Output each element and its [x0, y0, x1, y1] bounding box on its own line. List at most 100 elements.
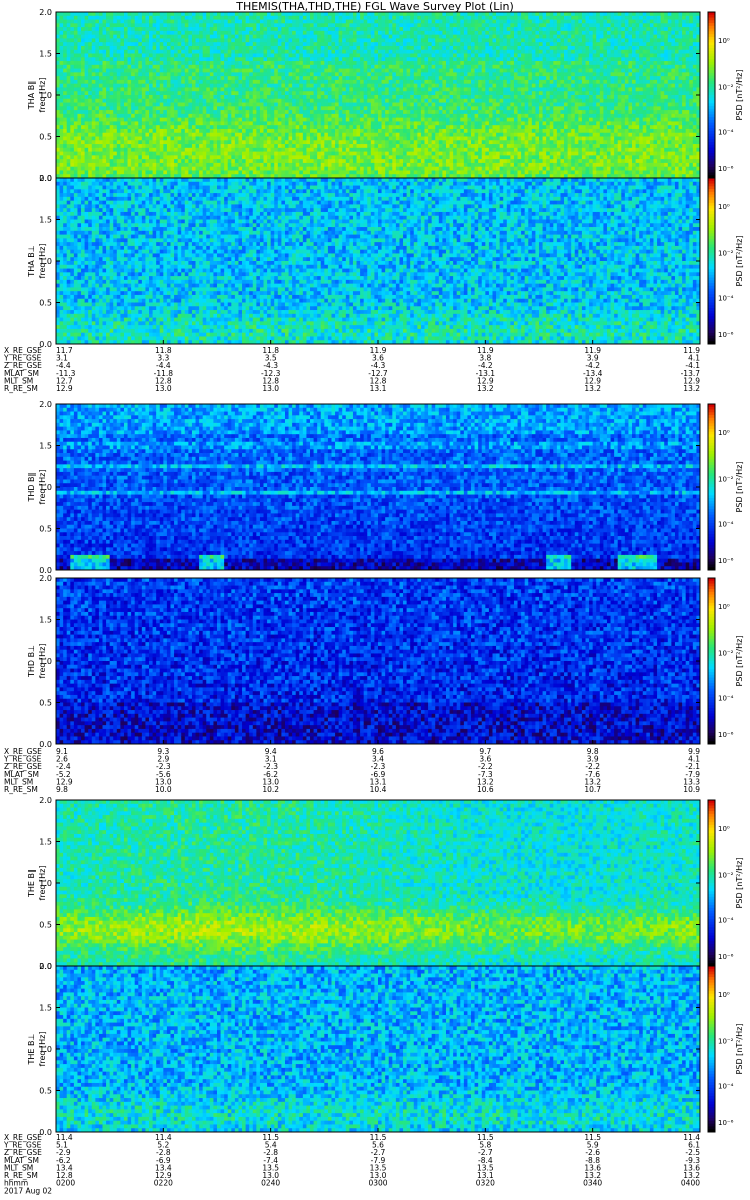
y-tick-label: 2.0 — [39, 796, 52, 805]
time-tick-label: 0320 — [476, 1179, 495, 1188]
y-tick-label: 1.5 — [39, 216, 52, 225]
wave-survey-figure: 0.00.51.01.52.0THA B‖ freq [Hz]10⁰10⁻²10⁻… — [0, 0, 750, 1200]
ephemeris-value: 13.0 — [262, 384, 279, 393]
y-tick-label: 0.5 — [39, 921, 52, 930]
spectrogram-cells — [56, 178, 700, 344]
ephemeris-value: 9.8 — [56, 785, 68, 794]
y-tick-label: 2.0 — [39, 8, 52, 17]
ephemeris-value: 13.2 — [683, 384, 700, 393]
y-tick-label: 2.0 — [39, 962, 52, 971]
colorbar-tick-label: 10⁻⁶ — [718, 165, 734, 173]
freq-axis-label: freq [Hz] — [38, 244, 47, 279]
spectrogram-panel-6: 0.00.51.01.52.0THE B⊥ freq [Hz]10⁰10⁻²10⁻… — [27, 962, 744, 1137]
spectrogram-cells — [56, 578, 700, 744]
spectrogram-panel-4: 0.00.51.01.52.0THD B⊥ freq [Hz]10⁰10⁻²10⁻… — [27, 574, 744, 749]
time-tick-label: 0240 — [261, 1179, 280, 1188]
freq-axis-label: freq [Hz] — [38, 866, 47, 901]
ephemeris-value: 10.2 — [262, 785, 279, 794]
colorbar-tick-label: 10⁻² — [718, 84, 734, 92]
y-tick-label: 0.5 — [39, 525, 52, 534]
spectrogram-panel-5: 0.00.51.01.52.0THE B‖ freq [Hz]10⁰10⁻²10⁻… — [27, 796, 744, 971]
colorbar-tick-label: 10⁻² — [718, 1038, 734, 1046]
colorbar-tick-label: 10⁻² — [718, 872, 734, 880]
colorbar-label: PSD [nT²/Hz] — [735, 462, 744, 513]
colorbar-tick-label: 10⁻⁴ — [718, 521, 734, 529]
colorbar: 10⁰ 10⁻² 10⁻⁴ 10⁻⁶ PSD [nT²/Hz] — [708, 578, 744, 745]
freq-axis-label: freq [Hz] — [38, 78, 47, 113]
colorbar-tick-label: 10⁻² — [718, 250, 734, 258]
ephemeris-label: R_RE_SM — [4, 785, 38, 794]
time-tick-label: 0200 — [56, 1179, 75, 1188]
ephemeris-value: 12.9 — [56, 384, 73, 393]
time-tick-label: 0340 — [583, 1179, 602, 1188]
spectrogram-panel-1: 0.00.51.01.52.0THA B‖ freq [Hz]10⁰10⁻²10⁻… — [27, 8, 744, 183]
spectrogram-panel-3: 0.00.51.01.52.0THD B‖ freq [Hz]10⁰10⁻²10⁻… — [27, 400, 744, 575]
ephemeris-value: 13.0 — [155, 384, 172, 393]
colorbar-label: PSD [nT²/Hz] — [735, 70, 744, 121]
freq-axis-label: freq [Hz] — [38, 644, 47, 679]
date-label: 2017 Aug 02 — [4, 1187, 52, 1196]
y-tick-label: 0.5 — [39, 1087, 52, 1096]
colorbar-tick-label: 10⁰ — [718, 603, 730, 611]
time-tick-label: 0220 — [154, 1179, 173, 1188]
colorbar-tick-label: 10⁻⁴ — [718, 1083, 734, 1091]
colorbar-tick-label: 10⁻⁶ — [718, 557, 734, 565]
y-tick-label: 0.5 — [39, 699, 52, 708]
colorbar-tick-label: 10⁰ — [718, 37, 730, 45]
y-tick-label: 1.5 — [39, 442, 52, 451]
spectrogram-cells — [56, 966, 700, 1132]
y-tick-label: 2.0 — [39, 174, 52, 183]
ephemeris-value: 13.2 — [477, 384, 494, 393]
panel-axis-label: THD B‖ — [27, 472, 36, 502]
colorbar-tick-label: 10⁻² — [718, 650, 734, 658]
colorbar-tick-label: 10⁻⁶ — [718, 331, 734, 339]
panel-axis-label: THA B⊥ — [27, 245, 36, 277]
time-tick-label: 0400 — [681, 1179, 700, 1188]
y-tick-label: 0.5 — [39, 133, 52, 142]
colorbar-tick-label: 10⁰ — [718, 203, 730, 211]
ephemeris-tha: X_RE_GSE 11.7 11.8 11.8 11.9 11.9 11.9 11.9Y_RE… — [3, 346, 700, 393]
spectrogram-cells — [56, 800, 700, 966]
colorbar-tick-label: 10⁰ — [718, 429, 730, 437]
colorbar-label: PSD [nT²/Hz] — [735, 636, 744, 687]
y-tick-label: 1.5 — [39, 616, 52, 625]
colorbar-label: PSD [nT²/Hz] — [735, 1024, 744, 1075]
ephemeris-value: 10.0 — [155, 785, 172, 794]
panel-axis-label: THE B⊥ — [27, 1033, 36, 1065]
ephemeris-value: 10.9 — [683, 785, 700, 794]
y-tick-label: 1.5 — [39, 838, 52, 847]
y-tick-label: 1.5 — [39, 50, 52, 59]
panel-axis-label: THD B⊥ — [27, 645, 36, 678]
spectrogram-panel-2: 0.00.51.01.52.0THA B⊥ freq [Hz]10⁰10⁻²10⁻… — [27, 174, 744, 349]
colorbar-tick-label: 10⁻⁶ — [718, 1119, 734, 1127]
panel-axis-label: THE B‖ — [27, 869, 36, 898]
time-tick-label: 0300 — [368, 1179, 387, 1188]
colorbar-label: PSD [nT²/Hz] — [735, 236, 744, 287]
freq-axis-label: freq [Hz] — [38, 470, 47, 505]
colorbar: 10⁰10⁻²10⁻⁴10⁻⁶PSD [nT²/Hz] — [708, 12, 744, 179]
colorbar-tick-label: 10⁰ — [718, 991, 730, 999]
colorbar-tick-label: 10⁻⁴ — [718, 695, 734, 703]
ephemeris-value: 10.4 — [370, 785, 387, 794]
y-tick-label: 2.0 — [39, 574, 52, 583]
colorbar-tick-label: 10⁻⁴ — [718, 917, 734, 925]
ephemeris-label: R_RE_SM — [4, 384, 38, 393]
colorbar-tick-label: 10⁻⁶ — [718, 953, 734, 961]
y-tick-label: 1.5 — [39, 1004, 52, 1013]
ephemeris-thd: X_RE_GSE 9.1 9.3 9.4 9.6 9.7 9.8 9.9Y_RE_GSE 2.6… — [3, 747, 700, 794]
ephemeris-value: 10.6 — [477, 785, 494, 794]
ephemeris-value: 13.2 — [584, 384, 601, 393]
panel-axis-label: THA B‖ — [27, 81, 36, 110]
y-tick-label: 2.0 — [39, 400, 52, 409]
ephemeris-the: X_RE_GSE 11.4 11.4 11.5 11.5 11.5 11.5 11.4Y_RE… — [3, 1133, 700, 1180]
spectrogram-cells — [56, 404, 700, 570]
freq-axis-label: freq [Hz] — [38, 1032, 47, 1067]
time-axis: hhmm 0200 0220 0240 0300 0320 0340 04002017 Aug… — [4, 1179, 700, 1196]
ephemeris-value: 10.7 — [584, 785, 601, 794]
colorbar-label: PSD [nT²/Hz] — [735, 858, 744, 909]
ephemeris-value: 13.1 — [370, 384, 387, 393]
colorbar: 10⁰10⁻²10⁻⁴10⁻⁶PSD [nT²/Hz] — [708, 800, 744, 967]
colorbar-tick-label: 10⁻⁶ — [718, 731, 734, 739]
colorbar-tick-label: 10⁻² — [718, 476, 734, 484]
y-tick-label: 0.5 — [39, 299, 52, 308]
